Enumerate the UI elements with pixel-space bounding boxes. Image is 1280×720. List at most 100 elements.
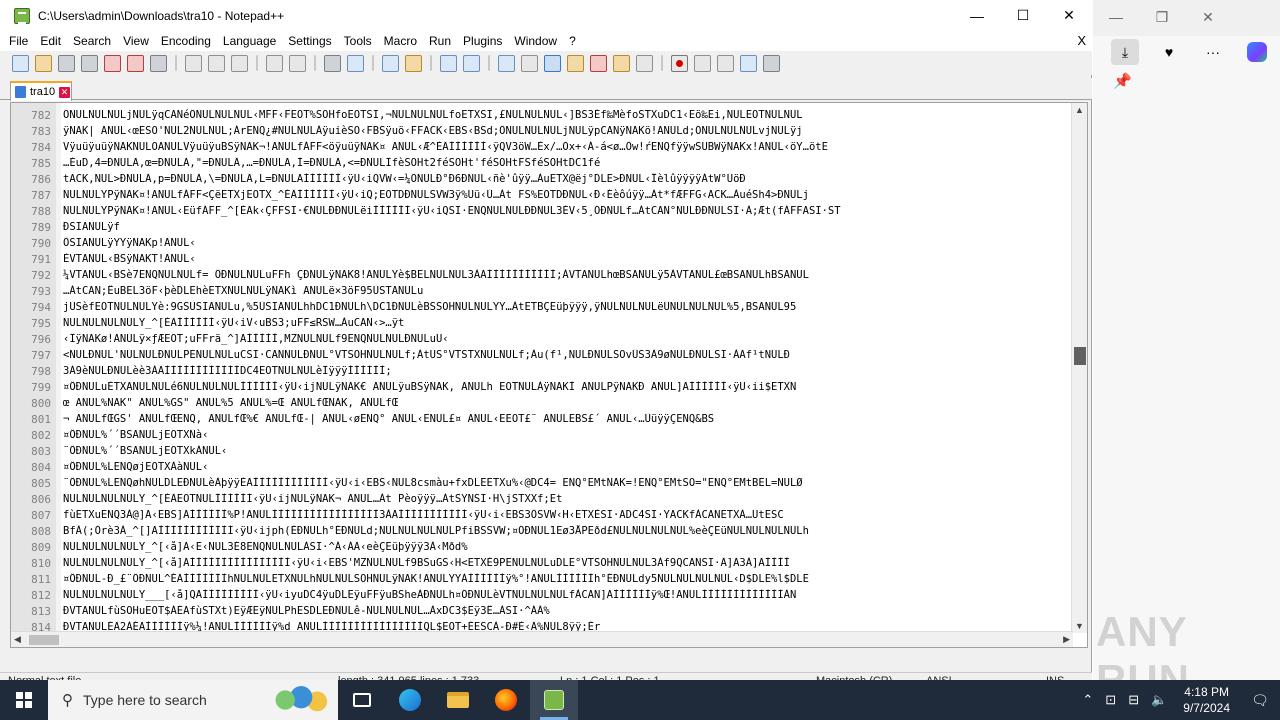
editor-area[interactable]: 782 ÖNULNULNULjNULÿqCANéÖNULNULNUL‹MFF‹FE… xyxy=(10,102,1088,648)
tab-tra10[interactable]: tra10 ✕ xyxy=(10,81,72,101)
new-file-icon[interactable] xyxy=(12,54,29,72)
pin-icon[interactable]: 📌 xyxy=(1113,72,1132,90)
clock[interactable]: 4:18 PM 9/7/2024 xyxy=(1173,684,1240,716)
show-hidden-icons-icon[interactable]: ⌃ xyxy=(1076,692,1099,708)
taskbar-file-explorer[interactable] xyxy=(434,680,482,720)
show-all-characters-icon[interactable] xyxy=(521,54,538,72)
scroll-left-icon[interactable]: ◀ xyxy=(14,634,21,645)
find-icon[interactable] xyxy=(324,54,341,72)
menu-help[interactable]: ? xyxy=(563,31,582,51)
indent-guide-icon[interactable] xyxy=(544,54,561,72)
editor-line[interactable]: 789 ÐSIANULÿf xyxy=(11,219,1073,235)
editor-line[interactable]: 788 NULNULYPÿNAK¤!ANUL‹EüfÁFF_^[ÈÃk‹ÇFFSI… xyxy=(11,203,1073,219)
horizontal-scrollbar[interactable]: ◀ ▶ xyxy=(11,631,1073,647)
run-macro-multiple-icon[interactable] xyxy=(740,54,757,72)
editor-line[interactable]: 799 ¤ÖÐNULuÈTXANULNULé6NULNULNULÌÌÌÌÌÌ‹ÿU… xyxy=(11,379,1073,395)
editor-line[interactable]: 785 …ÉuD,4=ÐNULÃ,œ=ÐNULÃ,"=ÐNULÃ,…=ÐNULÃ,… xyxy=(11,155,1073,171)
menu-search[interactable]: Search xyxy=(67,31,117,51)
start-button[interactable] xyxy=(0,680,48,720)
save-macro-icon[interactable] xyxy=(763,54,780,72)
vertical-scroll-thumb[interactable] xyxy=(1074,347,1086,365)
network-icon[interactable]: ⊟ xyxy=(1122,692,1145,708)
menu-file[interactable]: File xyxy=(0,31,34,51)
editor-line[interactable]: 784 VÿuüÿuüÿNAKNULOANULVÿuüÿuBSÿNAK¬!ANUL… xyxy=(11,139,1073,155)
scroll-right-icon[interactable]: ▶ xyxy=(1063,634,1070,645)
editor-line[interactable]: 812 NULNULNULNULY___[‹å]QÃÌÌÌÌÌÌÌÌÌ‹ÿU‹iy… xyxy=(11,587,1073,603)
menu-plugins[interactable]: Plugins xyxy=(457,31,508,51)
notification-icon[interactable]: 🗨 xyxy=(1240,680,1280,720)
editor-line[interactable]: 792 ¼VTANUL‹BSè7ENQNULNULf= ÔÐNULNULuFFh … xyxy=(11,267,1073,283)
close-document-x[interactable]: X xyxy=(1077,31,1086,51)
menu-language[interactable]: Language xyxy=(217,31,282,51)
minimize-button[interactable]: — xyxy=(954,0,1000,31)
cut-icon[interactable] xyxy=(185,54,202,72)
scroll-up-icon[interactable]: ▲ xyxy=(1075,105,1084,115)
editor-line[interactable]: 805 ¨ÖÐNUL%LENQøhNULDLEÐNULèÀþÿÿÈÃÌÌÌÌÌÌÌ… xyxy=(11,475,1073,491)
browser-essentials-icon[interactable]: ♥ xyxy=(1155,39,1183,65)
stop-recording-icon[interactable] xyxy=(694,54,711,72)
vertical-scrollbar[interactable]: ▲ ▼ xyxy=(1071,103,1087,633)
taskbar-search-box[interactable]: ⚲ Type here to search xyxy=(48,680,338,720)
browser-minimize-button[interactable]: — xyxy=(1093,0,1139,34)
tab-close-icon[interactable]: ✕ xyxy=(59,86,71,98)
menu-settings[interactable]: Settings xyxy=(282,31,337,51)
close-button[interactable]: ✕ xyxy=(1046,0,1092,31)
copilot-icon[interactable] xyxy=(1243,39,1271,65)
copy-icon[interactable] xyxy=(208,54,225,72)
taskbar-edge[interactable] xyxy=(386,680,434,720)
editor-line[interactable]: 791 ÈVTANUL‹BSÿNAKT!ANUL‹ xyxy=(11,251,1073,267)
editor-line[interactable]: 787 NULNULYPÿNAK¤!ANULfÁFF<ÇëETXjEOTX_^ÈÄ… xyxy=(11,187,1073,203)
editor-line[interactable]: 801 ¬ ANULfŒGS' ANULfŒENQ, ANULfŒ%€ ANULf… xyxy=(11,411,1073,427)
menu-edit[interactable]: Edit xyxy=(34,31,67,51)
meet-now-icon[interactable]: ⊡ xyxy=(1099,692,1122,708)
taskbar-notepadpp[interactable] xyxy=(530,680,578,720)
editor-line[interactable]: 810 NULNULNULNULY_^[‹å]ÃÌÌÌÌÌÌÌÌÌÌÌÌÌÌÌÌ‹… xyxy=(11,555,1073,571)
playback-icon[interactable] xyxy=(717,54,734,72)
editor-line[interactable]: 782 ÖNULNULNULjNULÿqCANéÖNULNULNUL‹MFF‹FE… xyxy=(11,107,1073,123)
task-view-button[interactable] xyxy=(338,680,386,720)
sync-vertical-icon[interactable] xyxy=(440,54,457,72)
editor-line[interactable]: 802 ¤ÖÐNUL%´´BSANULjEOTXÑà‹ xyxy=(11,427,1073,443)
close-file-icon[interactable] xyxy=(104,54,121,72)
editor-line[interactable]: 786 tACK,NUL>ÐNULÃ,p=ÐNULÃ,\=ÐNULÃ,L=ÐNUL… xyxy=(11,171,1073,187)
browser-close-button[interactable]: ✕ xyxy=(1185,0,1231,34)
udl-icon[interactable] xyxy=(567,54,584,72)
menu-encoding[interactable]: Encoding xyxy=(155,31,217,51)
download-icon[interactable]: ⤓ xyxy=(1111,39,1139,65)
editor-line[interactable]: 811 ¤ÖÐNUL-Ð_£¨ÖÐNUL^ÉÃÌÌÌÌÌÌÌhNULNULETXN… xyxy=(11,571,1073,587)
editor-line[interactable]: 809 NULNULNULNULY_^[‹å]Ã‹E‹NUL3É8ENQNULNU… xyxy=(11,539,1073,555)
save-all-icon[interactable] xyxy=(81,54,98,72)
menu-window[interactable]: Window xyxy=(508,31,563,51)
word-wrap-icon[interactable] xyxy=(498,54,515,72)
editor-line[interactable]: 808 BfÀ(;Órè3À_^[]ÃÌÌÌÌÌÌÌÌÌÌÌÌ‹ÿU‹ijph(È… xyxy=(11,523,1073,539)
record-macro-icon[interactable] xyxy=(671,54,688,72)
more-options-icon[interactable]: ··· xyxy=(1199,39,1227,65)
menu-macro[interactable]: Macro xyxy=(378,31,423,51)
menu-tools[interactable]: Tools xyxy=(338,31,378,51)
save-icon[interactable] xyxy=(58,54,75,72)
editor-line[interactable]: 813 ÐVTANULfùSOHuEOT$ÀÉÃfùSTXt)EÿÆEÿNULPh… xyxy=(11,603,1073,619)
editor-line[interactable]: 797 <NULÐNUL'NULNULÐNULPENULNULuCSI·CANNU… xyxy=(11,347,1073,363)
paste-icon[interactable] xyxy=(231,54,248,72)
browser-restore-button[interactable]: ❐ xyxy=(1139,0,1185,34)
editor-line[interactable]: 806 NULNULNULNULY_^[ÈÄEOTNULÌÌÌÌÌÌ‹ÿU‹ijN… xyxy=(11,491,1073,507)
volume-icon[interactable]: 🔈 xyxy=(1145,692,1173,708)
replace-icon[interactable] xyxy=(347,54,364,72)
close-all-icon[interactable] xyxy=(127,54,144,72)
taskbar-firefox[interactable] xyxy=(482,680,530,720)
editor-line[interactable]: 795 NULNULNULNULY_^[ÈÃÌÌÌÌÌÌ‹ÿU‹iV‹uBS3;u… xyxy=(11,315,1073,331)
zoom-in-icon[interactable] xyxy=(382,54,399,72)
editor-line[interactable]: 800 œ ANUL%NAK" ANUL%GS" ANUL%5 ANUL%=Œ A… xyxy=(11,395,1073,411)
editor-line[interactable]: 796 ‹ÏÿNAKø!ANULÿ×ƒÆEOT;uFFrä_^]ÃÌÌÌÌÌ‚MZ… xyxy=(11,331,1073,347)
horizontal-scroll-thumb[interactable] xyxy=(29,635,59,645)
menu-view[interactable]: View xyxy=(117,31,155,51)
maximize-button[interactable]: ☐ xyxy=(1000,0,1046,31)
editor-line[interactable]: 793 …ÀtCAN;ÊuBEL3öF‹þèDLEhèETXNULNULÿNAKì… xyxy=(11,283,1073,299)
folder-as-workspace-icon[interactable] xyxy=(613,54,630,72)
undo-icon[interactable] xyxy=(266,54,283,72)
sync-horizontal-icon[interactable] xyxy=(463,54,480,72)
redo-icon[interactable] xyxy=(289,54,306,72)
editor-line[interactable]: 803 ¨ÖÐNUL%´´BSANULjEOTXkÀNUL‹ xyxy=(11,443,1073,459)
doc-map-icon[interactable] xyxy=(590,54,607,72)
open-file-icon[interactable] xyxy=(35,54,52,72)
